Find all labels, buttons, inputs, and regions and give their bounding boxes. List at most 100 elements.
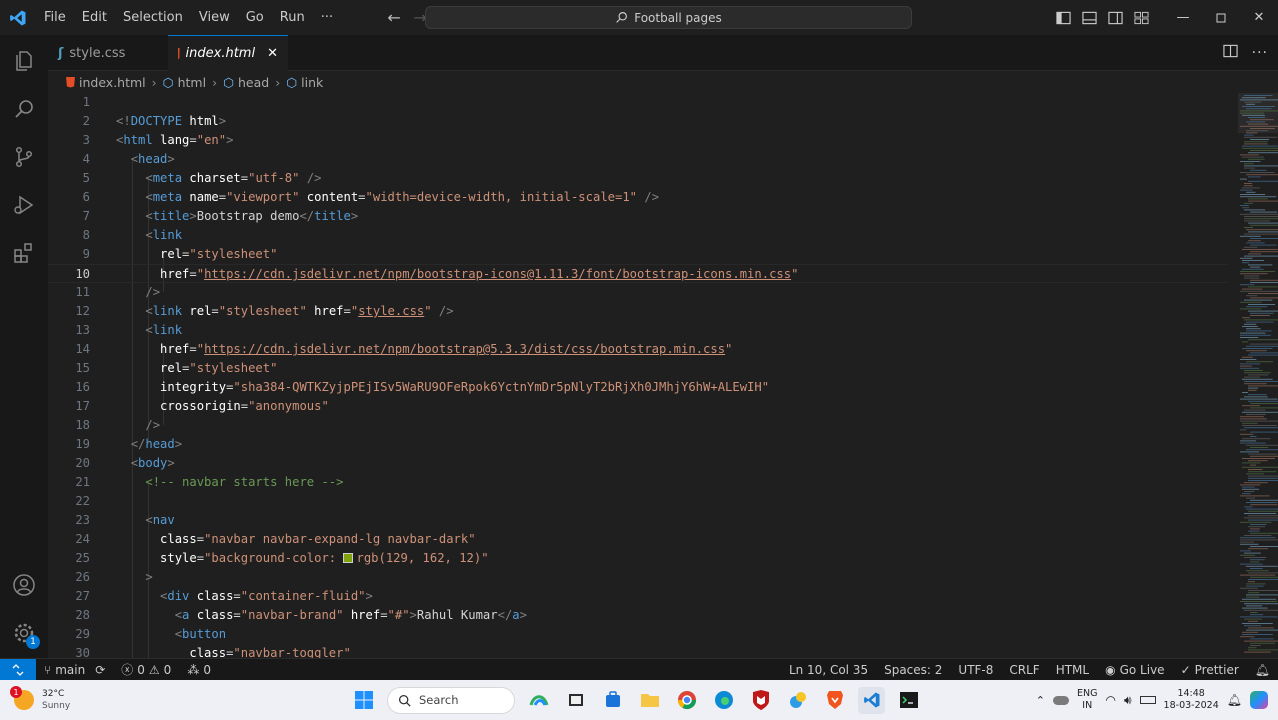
customize-layout-icon[interactable] (1128, 0, 1154, 35)
link-url[interactable]: https://cdn.jsdelivr.net/npm/bootstrap@5… (204, 342, 725, 356)
taskbar-search[interactable]: Search (387, 686, 515, 714)
file-explorer-icon[interactable] (636, 687, 663, 714)
weather-widget[interactable]: 1 32°C Sunny (10, 680, 70, 720)
branch-status[interactable]: ⑂ main ⟳ (36, 663, 113, 677)
code-line: 15 rel="stylesheet" (75, 361, 278, 375)
cursor-position[interactable]: Ln 10, Col 35 (781, 663, 876, 677)
notifications-bell-icon[interactable]: 🔔︎ (1247, 663, 1278, 677)
code-line: 12 <link rel="stylesheet" href="style.cs… (75, 304, 454, 318)
code-editor[interactable]: 1 2 <!DOCTYPE html> 3 <html lang="en"> 4 <… (48, 93, 1278, 658)
mcafee-icon[interactable] (747, 687, 774, 714)
code-line: 25 style="background-color: rgb(129, 162… (75, 551, 489, 565)
tab-style-css[interactable]: ʃ style.css (48, 35, 168, 71)
prettier-status[interactable]: ✓ Prettier (1173, 663, 1247, 677)
language-mode[interactable]: HTML (1048, 663, 1097, 677)
split-editor-icon[interactable] (1223, 44, 1238, 62)
search-placeholder: Search (419, 693, 459, 707)
editor-tabs: ʃ style.css index.html ✕ ··· (48, 35, 1278, 71)
store-icon[interactable] (599, 687, 626, 714)
search-icon[interactable] (0, 85, 48, 133)
clock[interactable]: 14:48 18-03-2024 (1164, 688, 1219, 712)
minimap[interactable] (1238, 93, 1278, 658)
problems-status[interactable]: ⓧ 0 ⚠ 0 (113, 661, 179, 678)
close-window-icon[interactable]: ✕ (1240, 0, 1278, 35)
color-swatch[interactable] (343, 553, 354, 563)
tab-label: index.html (185, 46, 256, 61)
breadcrumb-html[interactable]: ⬡ html (163, 75, 206, 90)
html-file-icon (66, 76, 75, 88)
wifi-icon[interactable]: ◠ (1106, 693, 1116, 707)
code-line: 26 > (75, 570, 153, 584)
toggle-primary-sidebar-icon[interactable] (1050, 0, 1076, 35)
search-icon (616, 12, 628, 23)
tab-index-html[interactable]: index.html ✕ (168, 35, 288, 71)
ports-icon: ⁂ (187, 662, 200, 677)
prettier-label: Prettier (1194, 663, 1239, 677)
menu-selection[interactable]: Selection (115, 0, 191, 35)
accounts-icon[interactable] (0, 561, 48, 609)
ports-status[interactable]: ⁂ 0 (179, 663, 219, 677)
breadcrumb-file[interactable]: index.html (66, 75, 146, 90)
terminal-icon[interactable] (895, 687, 922, 714)
chevron-right-icon: › (151, 74, 157, 90)
menu-edit[interactable]: Edit (74, 0, 115, 35)
close-tab-icon[interactable]: ✕ (267, 46, 278, 61)
notification-bell-icon[interactable]: 🔔︎ (1227, 693, 1242, 707)
brave-icon[interactable] (821, 687, 848, 714)
end-of-line[interactable]: CRLF (1001, 663, 1047, 677)
link-url[interactable]: https://cdn.jsdelivr.net/npm/bootstrap-i… (204, 267, 791, 281)
system-tray: ⌃ ENG IN ◠ 🔊︎ 14:48 18-03-2024 🔔︎ (1036, 680, 1278, 720)
error-count: 0 (137, 662, 145, 677)
chrome-icon[interactable] (673, 687, 700, 714)
run-debug-icon[interactable] (0, 181, 48, 229)
task-view-icon[interactable] (562, 687, 589, 714)
warning-icon: ⚠ (148, 662, 160, 677)
toggle-secondary-sidebar-icon[interactable] (1102, 0, 1128, 35)
menu-file[interactable]: File (36, 0, 74, 35)
breadcrumb-head[interactable]: ⬡ head (223, 75, 269, 90)
go-live-button[interactable]: ◉ Go Live (1097, 663, 1172, 677)
indentation[interactable]: Spaces: 2 (876, 663, 950, 677)
breadcrumb-link[interactable]: ⬡ link (286, 75, 323, 90)
extensions-icon[interactable] (0, 229, 48, 277)
minimize-icon[interactable]: — (1164, 0, 1202, 35)
menu-run[interactable]: Run (272, 0, 313, 35)
photos-icon[interactable] (784, 687, 811, 714)
breadcrumb-file-label: index.html (79, 74, 146, 90)
edge-icon[interactable] (710, 687, 737, 714)
battery-icon[interactable] (1139, 696, 1156, 704)
windows-start-icon[interactable] (350, 687, 377, 714)
source-control-icon[interactable] (0, 133, 48, 181)
toggle-panel-icon[interactable] (1076, 0, 1102, 35)
code-line: 17 crossorigin="anonymous" (75, 399, 329, 413)
volume-icon[interactable]: 🔊︎ (1124, 693, 1132, 708)
copilot-tray-icon[interactable] (1250, 691, 1268, 709)
menu-view[interactable]: View (191, 0, 238, 35)
back-arrow-icon[interactable]: ← (381, 8, 407, 27)
vscode-taskbar-icon[interactable] (858, 686, 885, 714)
link-url[interactable]: style.css (358, 304, 424, 318)
error-icon: ⓧ (121, 663, 134, 677)
explorer-icon[interactable] (0, 37, 48, 85)
code-line: 7 <title>Bootstrap demo</title> (82, 209, 359, 223)
clock-time: 14:48 (1177, 688, 1205, 699)
menu-go[interactable]: Go (238, 0, 272, 35)
settings-gear-icon[interactable]: 1 (0, 609, 48, 657)
more-actions-icon[interactable]: ··· (1252, 45, 1268, 61)
onedrive-icon[interactable] (1053, 695, 1070, 705)
remote-indicator-icon[interactable] (0, 658, 36, 681)
code-line: 5 <meta charset="utf-8" /> (82, 171, 322, 185)
element-symbol-icon: ⬡ (162, 74, 174, 90)
menu-more[interactable]: ··· (313, 0, 341, 35)
code-line: 16 integrity="sha384-QWTKZyjpPEjISv5WaRU… (75, 380, 770, 394)
status-bar: ⑂ main ⟳ ⓧ 0 ⚠ 0 ⁂ 0 Ln 10, Col 35 Space… (0, 658, 1278, 681)
input-language[interactable]: ENG IN (1077, 688, 1097, 712)
copilot-icon[interactable] (525, 687, 552, 714)
double-check-icon: ✓ (1180, 663, 1191, 677)
command-center-search[interactable]: Football pages (425, 6, 912, 29)
chevron-up-icon[interactable]: ⌃ (1036, 694, 1045, 707)
code-line: 24 class="navbar navbar-expand-lg navbar… (75, 532, 476, 546)
restore-icon[interactable] (1202, 0, 1240, 35)
encoding[interactable]: UTF-8 (950, 663, 1001, 677)
code-line: 18 /> (75, 418, 161, 432)
